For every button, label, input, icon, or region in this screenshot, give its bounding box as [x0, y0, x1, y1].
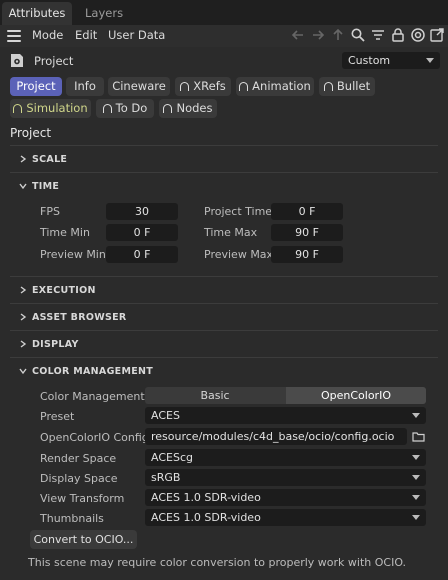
preset-label: Preset — [40, 410, 75, 423]
mode-preset-dropdown[interactable]: Custom — [342, 52, 440, 69]
tab-simulation-label: Simulation — [26, 101, 88, 115]
divider — [10, 330, 438, 331]
chevron-right-icon — [19, 313, 27, 321]
tab-bullet[interactable]: Bullet — [319, 77, 375, 96]
fps-field[interactable]: 30 — [106, 203, 178, 220]
tab-todo[interactable]: To Do — [96, 99, 154, 118]
preview-min-field[interactable]: 0 F — [106, 246, 178, 263]
divider — [10, 145, 438, 146]
lock-icon[interactable] — [390, 27, 406, 43]
display-space-value: sRGB — [151, 471, 181, 484]
tab-info[interactable]: Info — [66, 77, 104, 96]
todo-icon — [102, 104, 112, 113]
preview-max-label: Preview Max — [204, 248, 274, 261]
group-time-label: TIME — [32, 181, 60, 192]
color-management-label: Color Management — [40, 390, 145, 403]
group-display-label: DISPLAY — [32, 339, 79, 350]
convert-to-ocio-button[interactable]: Convert to OCIO... — [30, 530, 137, 549]
animation-icon — [239, 82, 249, 91]
view-transform-label: View Transform — [40, 492, 125, 505]
group-execution-label: EXECUTION — [32, 285, 96, 296]
tab-simulation[interactable]: Simulation — [10, 99, 91, 118]
divider — [10, 172, 438, 173]
tab-layers[interactable]: Layers — [85, 2, 123, 25]
group-asset-browser-label: ASSET BROWSER — [32, 312, 127, 323]
chevron-down-icon — [19, 182, 27, 190]
panel-tab-bar: Attributes Layers — [0, 0, 448, 25]
folder-icon[interactable] — [412, 431, 425, 442]
thumbnails-dropdown[interactable]: ACES 1.0 SDR-video — [145, 509, 426, 526]
section-title: Project — [10, 126, 52, 140]
tab-cineware[interactable]: Cineware — [108, 77, 170, 96]
group-scale-label: SCALE — [32, 154, 68, 165]
ocio-config-label: OpenColorIO Config — [40, 431, 149, 444]
object-name: Project — [34, 54, 74, 68]
preview-max-field[interactable]: 90 F — [271, 246, 343, 263]
filter-icon[interactable] — [370, 27, 386, 43]
tab-xrefs-label: XRefs — [193, 79, 226, 93]
chevron-right-icon — [19, 286, 27, 294]
preview-min-label: Preview Min — [40, 248, 106, 261]
tab-nodes[interactable]: Nodes — [159, 99, 217, 118]
display-space-dropdown[interactable]: sRGB — [145, 469, 426, 486]
menu-user-data[interactable]: User Data — [108, 28, 165, 42]
menu-bar: Mode Edit User Data — [0, 25, 448, 47]
thumbnails-label: Thumbnails — [40, 512, 104, 525]
project-settings-icon — [10, 53, 24, 68]
hamburger-menu-icon[interactable] — [7, 30, 21, 42]
tab-animation[interactable]: Animation — [236, 77, 314, 96]
divider — [10, 357, 438, 358]
tab-project[interactable]: Project — [10, 77, 62, 96]
fps-label: FPS — [40, 205, 60, 218]
opencolorio-option[interactable]: OpenColorIO — [286, 387, 426, 404]
view-transform-dropdown[interactable]: ACES 1.0 SDR-video — [145, 489, 426, 506]
project-time-field[interactable]: 0 F — [271, 203, 343, 220]
divider — [10, 276, 438, 277]
back-arrow-icon[interactable] — [290, 27, 306, 43]
basic-option[interactable]: Basic — [145, 387, 285, 404]
forward-arrow-icon[interactable] — [310, 27, 326, 43]
time-max-label: Time Max — [204, 226, 258, 239]
chevron-right-icon — [19, 340, 27, 348]
group-color-management-label: COLOR MANAGEMENT — [32, 366, 154, 377]
tab-xrefs[interactable]: XRefs — [175, 77, 231, 96]
menu-edit[interactable]: Edit — [75, 28, 97, 42]
open-window-icon[interactable] — [429, 27, 445, 43]
object-header: Project Custom — [0, 50, 448, 72]
preset-value: ACES — [151, 409, 180, 422]
target-icon[interactable] — [410, 27, 426, 43]
tab-attributes[interactable]: Attributes — [2, 2, 72, 25]
simulation-icon — [13, 104, 23, 113]
render-space-label: Render Space — [40, 452, 117, 465]
time-max-field[interactable]: 90 F — [271, 224, 343, 241]
divider — [10, 303, 438, 304]
up-arrow-icon[interactable] — [330, 27, 346, 43]
color-management-toggle: Basic OpenColorIO — [145, 387, 426, 404]
tab-animation-label: Animation — [252, 79, 311, 93]
tab-todo-label: To Do — [115, 101, 148, 115]
project-time-label: Project Time — [204, 205, 273, 218]
ocio-conversion-note: This scene may require color conversion … — [28, 556, 407, 569]
xref-icon — [180, 82, 190, 91]
chevron-right-icon — [19, 155, 27, 163]
render-space-dropdown[interactable]: ACEScg — [145, 449, 426, 466]
bullet-icon — [323, 82, 333, 91]
menu-mode[interactable]: Mode — [32, 28, 63, 42]
search-icon[interactable] — [350, 27, 366, 43]
chevron-down-icon — [19, 367, 27, 375]
tab-nodes-label: Nodes — [176, 101, 213, 115]
render-space-value: ACEScg — [151, 451, 193, 464]
time-min-label: Time Min — [40, 226, 90, 239]
thumbnails-value: ACES 1.0 SDR-video — [151, 511, 261, 524]
nodes-icon — [163, 104, 173, 113]
preset-dropdown[interactable]: ACES — [145, 407, 426, 424]
ocio-config-field[interactable]: resource/modules/c4d_base/ocio/config.oc… — [145, 428, 407, 445]
time-min-field[interactable]: 0 F — [106, 224, 178, 241]
tab-bullet-label: Bullet — [336, 79, 371, 93]
view-transform-value: ACES 1.0 SDR-video — [151, 491, 261, 504]
display-space-label: Display Space — [40, 472, 118, 485]
mode-preset-value: Custom — [348, 54, 391, 67]
